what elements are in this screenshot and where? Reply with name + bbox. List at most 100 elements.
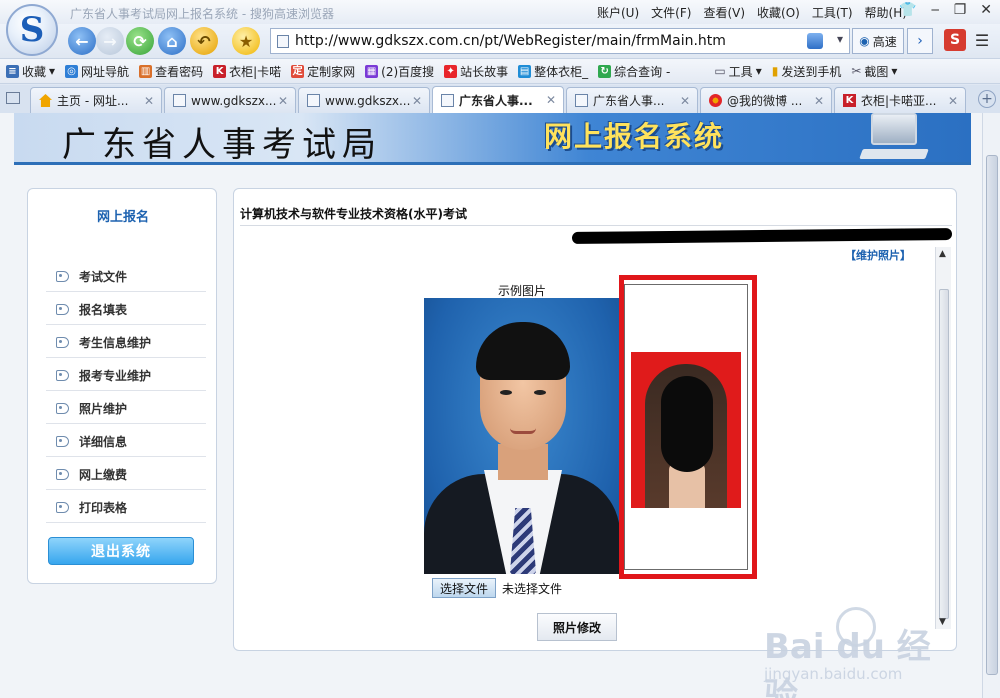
sidebar-item-candidate-info[interactable]: 考生信息维护 (46, 328, 206, 358)
favorites-menu[interactable]: ≡ 收藏 ▾ (6, 63, 55, 80)
security-shield-icon[interactable] (807, 33, 823, 49)
sidebar-item-print-form[interactable]: 打印表格 (46, 493, 206, 523)
chevron-down-icon: ▾ (49, 64, 56, 78)
restore-icon[interactable]: ❐ (954, 2, 967, 18)
menu-favorites[interactable]: 收藏(O) (757, 4, 800, 21)
favorites-bar: ≡ 收藏 ▾ ◎ 网址导航 ▥ 查看密码 K 衣柜|卡喏 定定制家网 ▦ (2)百度搜 ✦ 站… (0, 58, 1000, 84)
tab-close-icon[interactable]: ✕ (144, 94, 154, 108)
k-brand-icon: K (213, 64, 227, 78)
chevron-down-icon: ▾ (755, 64, 762, 78)
tag-icon (56, 271, 69, 282)
page-icon (173, 94, 186, 107)
watermark-brand: Bai du 经验 (764, 627, 931, 698)
new-tab-button[interactable]: + (978, 90, 996, 108)
tools-menu[interactable]: ▭ 工具 ▾ (714, 63, 761, 80)
page-icon (277, 35, 289, 48)
scroll-up-icon[interactable]: ▲ (939, 249, 946, 259)
maintain-photo-link[interactable]: 【维护照片】 (845, 247, 911, 263)
fav-link-custom-home[interactable]: 定定制家网 (291, 63, 355, 80)
fav-link-baidu[interactable]: ▦ (2)百度搜 (365, 63, 434, 80)
tab-wardrobe[interactable]: K 衣柜|卡喏亚... ✕ (834, 87, 966, 113)
sidebar: 网上报名 考试文件 报名填表 考生信息维护 报考专业维护 照片维护 详细信息 网… (27, 188, 217, 584)
sogou-search-button[interactable]: S (944, 29, 966, 51)
divider (240, 225, 952, 226)
modify-photo-button[interactable]: 照片修改 (537, 613, 617, 641)
file-status-text: 未选择文件 (502, 582, 563, 596)
inner-scroll-thumb[interactable] (939, 289, 949, 619)
page-scrollbar[interactable] (982, 113, 1000, 698)
close-icon[interactable]: ✕ (980, 2, 992, 18)
menu-tools[interactable]: 工具(T) (812, 4, 853, 21)
sidebar-item-details[interactable]: 详细信息 (46, 427, 206, 457)
minimize-icon[interactable]: ‒ (931, 2, 940, 18)
skin-icon[interactable]: 👕 (899, 2, 916, 18)
tab-close-icon[interactable]: ✕ (948, 94, 958, 108)
tab-close-icon[interactable]: ✕ (278, 94, 288, 108)
exam-heading: 计算机技术与软件专业技术资格(水平)考试 (240, 207, 467, 221)
site-banner: 广东省人事考试局 网上报名系统 (14, 113, 971, 165)
tab-list-icon[interactable] (6, 92, 20, 104)
watermark-url: jingyan.baidu.com (764, 665, 903, 683)
fav-link-closet[interactable]: ▤ 整体衣柜_ (518, 63, 588, 80)
send-to-phone-button[interactable]: ▮ 发送到手机 (772, 63, 842, 80)
menu-file[interactable]: 文件(F) (651, 4, 691, 21)
back-button[interactable]: ← (68, 27, 96, 55)
tab-bar: 主页 - 网址... ✕ www.gdkszx.... ✕ www.gdkszx… (0, 85, 1000, 113)
fav-link-password[interactable]: ▥ 查看密码 (139, 63, 203, 80)
redacted-info (571, 228, 953, 244)
fav-link-wardrobe[interactable]: K 衣柜|卡喏 (213, 63, 281, 80)
sidebar-item-photo-maintenance[interactable]: 照片维护 (46, 394, 206, 424)
chart-icon: ▥ (139, 64, 153, 78)
chevron-down-icon: ▾ (891, 64, 898, 78)
uploaded-photo (631, 352, 741, 508)
speed-mode-button[interactable]: ◉ 高速 (852, 28, 904, 54)
forward-button[interactable]: → (96, 27, 124, 55)
inner-scrollbar[interactable]: ▲ ▼ (935, 247, 951, 629)
sidebar-item-online-payment[interactable]: 网上缴费 (46, 460, 206, 490)
sidebar-title: 网上报名 (96, 210, 149, 225)
tag-icon (56, 304, 69, 315)
sidebar-item-exam-files[interactable]: 考试文件 (46, 262, 206, 292)
weibo-icon (709, 94, 722, 107)
main-menu-icon[interactable]: ☰ (970, 29, 994, 51)
tab-weibo[interactable]: @我的微博 ... ✕ (700, 87, 832, 113)
fav-link-webmaster[interactable]: ✦ 站长故事 (444, 63, 508, 80)
logout-button[interactable]: 退出系统 (48, 537, 194, 565)
sidebar-item-registration-form[interactable]: 报名填表 (46, 295, 206, 325)
undo-close-button[interactable]: ↶ (190, 27, 218, 55)
tab-close-icon[interactable]: ✕ (814, 94, 824, 108)
tab-gd-personnel[interactable]: 广东省人事... ✕ (566, 87, 698, 113)
favorite-star-button[interactable]: ★ (232, 27, 260, 55)
fav-link-nav[interactable]: ◎ 网址导航 (65, 63, 129, 80)
tag-icon (56, 370, 69, 381)
fire-icon: ✦ (444, 64, 458, 78)
globe-icon: ◎ (65, 64, 79, 78)
tag-icon (56, 502, 69, 513)
page-scroll-thumb[interactable] (986, 155, 998, 675)
tab-close-icon[interactable]: ✕ (680, 94, 690, 108)
browser-logo-icon: S (6, 4, 58, 56)
sidebar-item-major-maintenance[interactable]: 报考专业维护 (46, 361, 206, 391)
fav-link-query[interactable]: ↻ 综合查询 - (598, 63, 670, 80)
sample-photo-label: 示例图片 (498, 284, 547, 298)
refresh-button[interactable]: ⟳ (126, 27, 154, 55)
chevron-down-icon[interactable]: ▾ (837, 32, 843, 46)
menu-account[interactable]: 账户(U) (597, 4, 639, 21)
address-bar[interactable]: http://www.gdkszx.com.cn/pt/WebRegister/… (270, 28, 850, 54)
tab-gd-personnel-active[interactable]: 广东省人事... ✕ (432, 86, 564, 113)
tab-gdkszx-1[interactable]: www.gdkszx.... ✕ (164, 87, 296, 113)
go-button[interactable]: › (907, 28, 933, 54)
tab-close-icon[interactable]: ✕ (412, 94, 422, 108)
tab-home[interactable]: 主页 - 网址... ✕ (30, 87, 162, 113)
window-titlebar: 广东省人事考试局网上报名系统 - 搜狗高速浏览器 账户(U) 文件(F) 查看(… (0, 0, 1000, 24)
menu-view[interactable]: 查看(V) (703, 4, 745, 21)
phone-icon: ▮ (771, 64, 779, 78)
screenshot-button[interactable]: ✂ 截图 ▾ (851, 63, 897, 80)
home-button[interactable]: ⌂ (158, 27, 186, 55)
tag-icon (56, 469, 69, 480)
tab-close-icon[interactable]: ✕ (546, 93, 556, 107)
tab-gdkszx-2[interactable]: www.gdkszx.... ✕ (298, 87, 430, 113)
page-icon: ▤ (518, 64, 532, 78)
choose-file-button[interactable]: 选择文件 (432, 578, 496, 598)
bookmark-icon: ≡ (6, 64, 19, 78)
